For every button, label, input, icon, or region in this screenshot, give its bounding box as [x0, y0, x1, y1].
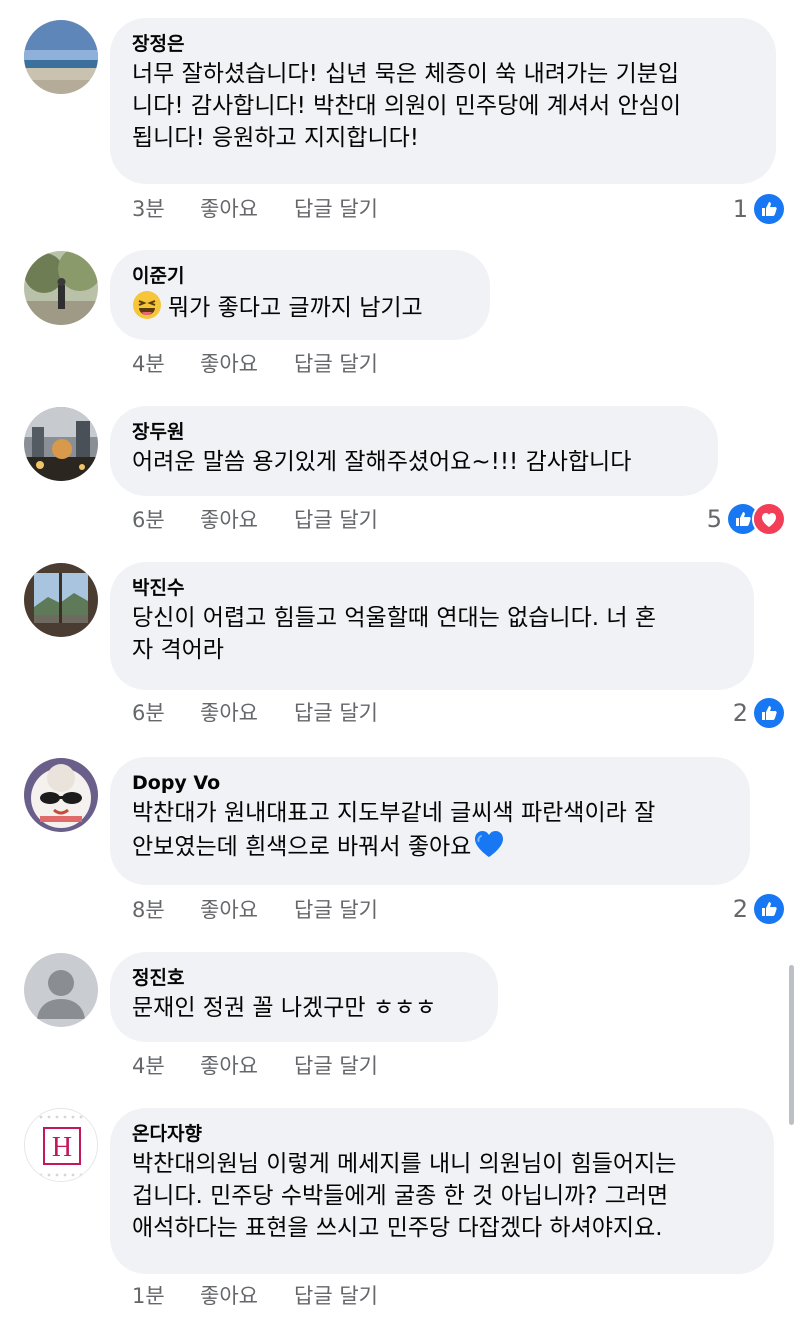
h-logo-avatar-icon: H: [25, 1109, 97, 1181]
comment-author[interactable]: 장정은: [132, 32, 752, 56]
scrollbar[interactable]: [789, 965, 794, 1125]
night-scene-avatar-image: [24, 407, 98, 481]
like-button[interactable]: 좋아요: [200, 896, 282, 924]
comment-bubble: 장두원 어려운 말씀 용기있게 잘해주셨어요~!!! 감사합니다: [110, 406, 718, 496]
like-button[interactable]: 좋아요: [200, 506, 282, 534]
reply-button[interactable]: 답글 달기: [294, 1282, 378, 1310]
comment-actions: 6분 좋아요 답글 달기: [132, 699, 378, 727]
avatar[interactable]: [24, 563, 98, 637]
like-button[interactable]: 좋아요: [200, 1052, 282, 1080]
reply-button[interactable]: 답글 달기: [294, 896, 378, 924]
avatar[interactable]: [24, 953, 98, 1027]
comment-text: 어려운 말씀 용기있게 잘해주셨어요~!!! 감사합니다: [132, 449, 632, 475]
reaction-count: 2: [732, 699, 748, 727]
outdoor-person-avatar-image: [24, 251, 98, 325]
comment-bubble: 장정은 너무 잘하셨습니다! 십년 묵은 체증이 쑥 내려가는 기분입 니다! …: [110, 18, 776, 184]
comment-time[interactable]: 6분: [132, 699, 188, 727]
comment-actions: 8분 좋아요 답글 달기: [132, 896, 378, 924]
blue-heart-emoji-icon: [473, 829, 505, 868]
reply-button[interactable]: 답글 달기: [294, 506, 378, 534]
avatar[interactable]: [24, 407, 98, 481]
reply-button[interactable]: 답글 달기: [294, 699, 378, 727]
default-user-avatar-icon: [24, 953, 98, 1027]
reaction-count: 2: [732, 895, 748, 923]
avatar-letter: H: [52, 1132, 72, 1163]
comment-text: 박찬대가 원내대표고 지도부같네 글씨색 파란색이라 잘 안보였는데 흰색으로 …: [132, 797, 726, 868]
reaction-summary[interactable]: 5: [707, 502, 786, 536]
reaction-summary[interactable]: 2: [733, 892, 786, 926]
love-icon: [752, 502, 786, 536]
comment-actions: 6분 좋아요 답글 달기: [132, 506, 378, 534]
comment-bubble: 박진수 당신이 어렵고 힘들고 억울할때 연대는 없습니다. 너 혼 자 격어라: [110, 562, 754, 690]
laughing-emoji-icon: [132, 290, 162, 329]
comment-author[interactable]: 온다자향: [132, 1122, 750, 1146]
comment-text: 뭐가 좋다고 글까지 남기고: [132, 290, 466, 329]
window-view-avatar-image: [24, 563, 98, 637]
comment-bubble: 이준기 뭐가 좋다고 글까지 남기고: [110, 250, 490, 340]
comment-bubble: Dopy Vo 박찬대가 원내대표고 지도부같네 글씨색 파란색이라 잘 안보였…: [110, 757, 750, 885]
avatar[interactable]: [24, 758, 98, 832]
comment-author[interactable]: 정진호: [132, 966, 474, 990]
comment-author[interactable]: 박진수: [132, 576, 730, 600]
comment-actions: 4분 좋아요 답글 달기: [132, 1052, 378, 1080]
reaction-summary[interactable]: 2: [733, 696, 786, 730]
beach-avatar-image: [24, 20, 98, 94]
reply-button[interactable]: 답글 달기: [294, 195, 378, 223]
like-icon: [752, 696, 786, 730]
comment-time[interactable]: 3분: [132, 195, 188, 223]
comment-bubble: 온다자향 박찬대의원님 이렇게 메세지를 내니 의원님이 힘들어지는 겁니다. …: [110, 1108, 774, 1274]
comment-text: 너무 잘하셨습니다! 십년 묵은 체증이 쑥 내려가는 기분입 니다! 감사합니…: [132, 61, 681, 151]
comment-time[interactable]: 4분: [132, 1052, 188, 1080]
reaction-count: 5: [706, 505, 722, 533]
comment-time[interactable]: 1분: [132, 1282, 188, 1310]
like-button[interactable]: 좋아요: [200, 195, 282, 223]
comment-time[interactable]: 8분: [132, 896, 188, 924]
comment-actions: 1분 좋아요 답글 달기: [132, 1282, 378, 1310]
comment-bubble: 정진호 문재인 정권 꼴 나겠구만 ㅎㅎㅎ: [110, 952, 498, 1042]
comment-author[interactable]: Dopy Vo: [132, 771, 726, 795]
like-button[interactable]: 좋아요: [200, 1282, 282, 1310]
like-icon: [752, 192, 786, 226]
comment-text: 박찬대의원님 이렇게 메세지를 내니 의원님이 힘들어지는 겁니다. 민주당 수…: [132, 1151, 677, 1241]
comment-actions: 4분 좋아요 답글 달기: [132, 350, 378, 378]
comment-time[interactable]: 6분: [132, 506, 188, 534]
comment-text: 문재인 정권 꼴 나겠구만 ㅎㅎㅎ: [132, 995, 437, 1021]
comment-author[interactable]: 이준기: [132, 264, 466, 288]
comment-time[interactable]: 4분: [132, 350, 188, 378]
reply-button[interactable]: 답글 달기: [294, 350, 378, 378]
reaction-summary[interactable]: 1: [733, 192, 786, 226]
avatar[interactable]: [24, 20, 98, 94]
comment-author[interactable]: 장두원: [132, 420, 694, 444]
like-icon: [752, 892, 786, 926]
avatar[interactable]: [24, 251, 98, 325]
like-button[interactable]: 좋아요: [200, 350, 282, 378]
like-button[interactable]: 좋아요: [200, 699, 282, 727]
comment-text: 당신이 어렵고 힘들고 억울할때 연대는 없습니다. 너 혼 자 격어라: [132, 605, 657, 663]
reaction-count: 1: [732, 195, 748, 223]
comment-actions: 3분 좋아요 답글 달기: [132, 195, 378, 223]
character-avatar-image: [24, 758, 98, 832]
avatar[interactable]: H: [24, 1108, 98, 1182]
reply-button[interactable]: 답글 달기: [294, 1052, 378, 1080]
